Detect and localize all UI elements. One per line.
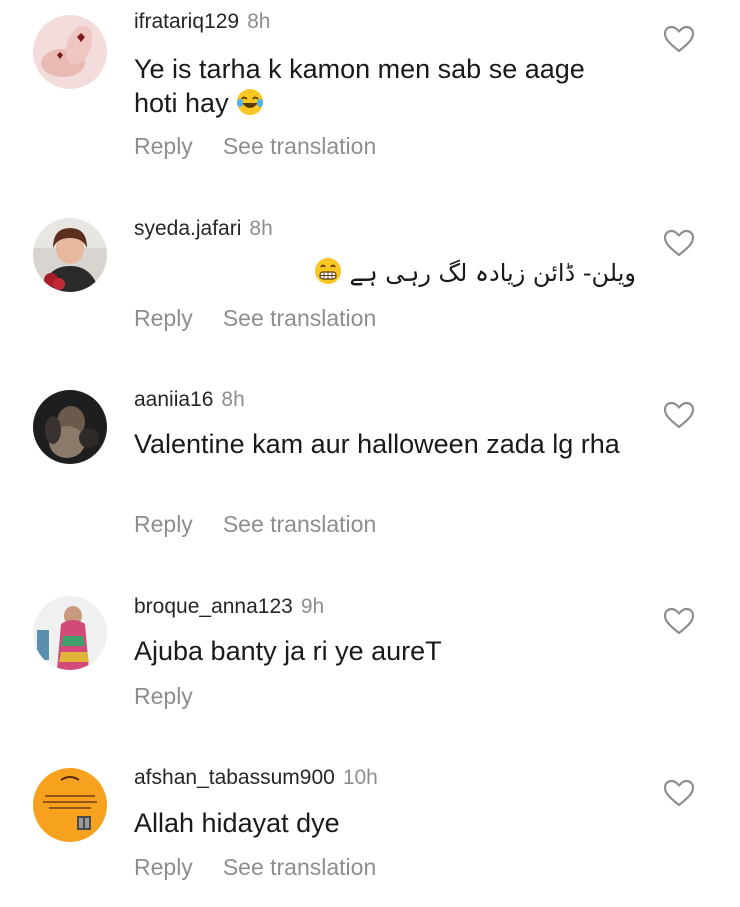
see-translation-button[interactable]: See translation (223, 853, 376, 881)
heart-outline-icon[interactable] (663, 228, 695, 258)
comment-body: Valentine kam aur halloween zada lg rha (134, 429, 620, 459)
username[interactable]: syeda.jafari (134, 217, 241, 240)
reply-button[interactable]: Reply (134, 510, 193, 538)
avatar[interactable] (33, 15, 107, 89)
heart-outline-icon[interactable] (663, 606, 695, 636)
grimacing-emoji-icon (314, 257, 342, 285)
comment-header: aaniia16 8h (134, 387, 245, 413)
username[interactable]: ifratariq129 (134, 10, 239, 33)
comment-body: Ye is tarha k kamon men sab se aage hoti… (134, 54, 585, 118)
laughing-tears-emoji-icon (236, 88, 264, 116)
comment-actions: Reply See translation (134, 132, 376, 160)
reply-button[interactable]: Reply (134, 304, 193, 332)
comment-text: Ajuba banty ja ri ye aureT (134, 634, 634, 668)
heart-outline-icon[interactable] (663, 778, 695, 808)
reply-button[interactable]: Reply (134, 682, 193, 710)
heart-outline-icon[interactable] (663, 400, 695, 430)
comment-actions: Reply See translation (134, 853, 376, 881)
comment-text: ویلن- ڈائن زیادہ لگ رہی ہے (134, 256, 636, 290)
username[interactable]: broque_anna123 (134, 595, 293, 618)
comment-body: Allah hidayat dye (134, 808, 340, 838)
comment-header: syeda.jafari 8h (134, 216, 273, 242)
comment-text: Allah hidayat dye (134, 806, 634, 840)
comment-actions: Reply (134, 682, 193, 710)
avatar[interactable] (33, 768, 107, 842)
avatar[interactable] (33, 218, 107, 292)
timestamp: 8h (221, 388, 245, 411)
username[interactable]: aaniia16 (134, 388, 213, 411)
comment-actions: Reply See translation (134, 510, 376, 538)
avatar[interactable] (33, 390, 107, 464)
see-translation-button[interactable]: See translation (223, 304, 376, 332)
comment-text: Ye is tarha k kamon men sab se aage hoti… (134, 52, 634, 120)
see-translation-button[interactable]: See translation (223, 132, 376, 160)
timestamp: 8h (249, 217, 273, 240)
timestamp: 8h (247, 10, 271, 33)
comment-header: afshan_tabassum900 10h (134, 765, 378, 791)
comment-header: ifratariq129 8h (134, 9, 270, 35)
comment-text: Valentine kam aur halloween zada lg rha (134, 427, 634, 461)
reply-button[interactable]: Reply (134, 853, 193, 881)
comment-actions: Reply See translation (134, 304, 376, 332)
timestamp: 10h (342, 766, 378, 789)
avatar[interactable] (33, 596, 107, 670)
comment-body: ویلن- ڈائن زیادہ لگ رہی ہے (349, 259, 637, 287)
username[interactable]: afshan_tabassum900 (134, 766, 335, 789)
comment-body: Ajuba banty ja ri ye aureT (134, 636, 442, 666)
reply-button[interactable]: Reply (134, 132, 193, 160)
heart-outline-icon[interactable] (663, 24, 695, 54)
comment-header: broque_anna123 9h (134, 594, 324, 620)
see-translation-button[interactable]: See translation (223, 510, 376, 538)
timestamp: 9h (300, 595, 325, 618)
